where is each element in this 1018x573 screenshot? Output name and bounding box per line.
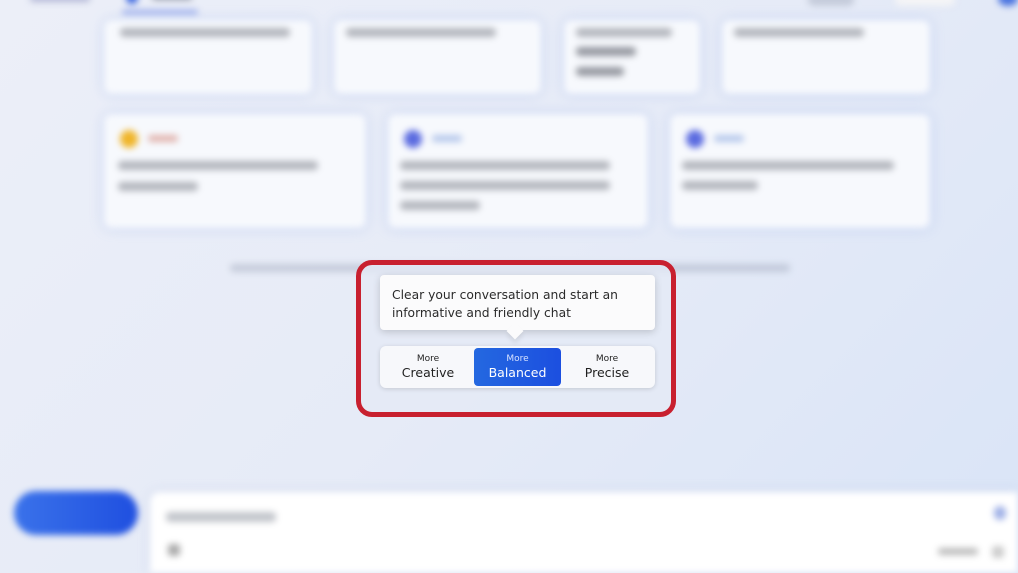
- new-topic-button[interactable]: [14, 491, 138, 535]
- tone-precise-button[interactable]: More Precise: [561, 348, 653, 386]
- chat-icon: [686, 130, 704, 148]
- tone-prefix: More: [506, 353, 529, 364]
- tone-prefix: More: [595, 353, 619, 364]
- tone-label: Precise: [584, 364, 630, 380]
- chat-composer[interactable]: [150, 492, 1018, 573]
- tone-tooltip: Clear your conversation and start an inf…: [380, 275, 655, 330]
- suggestion-card[interactable]: [670, 114, 930, 228]
- active-tab-indicator: [122, 10, 198, 14]
- suggestion-card[interactable]: [564, 20, 700, 94]
- laugh-emoji-icon: [120, 130, 138, 148]
- chat-tab-icon: [126, 0, 138, 4]
- tone-prefix: More: [416, 353, 440, 364]
- suggestion-card[interactable]: [104, 114, 366, 228]
- send-icon[interactable]: [992, 546, 1004, 558]
- tooltip-text: Clear your conversation and start an inf…: [392, 288, 618, 320]
- sign-in-button[interactable]: [895, 0, 955, 6]
- nav-tab-blurred[interactable]: [30, 0, 90, 2]
- header-link[interactable]: [808, 0, 854, 6]
- tone-balanced-button[interactable]: More Balanced: [474, 348, 561, 386]
- tone-label: Balanced: [488, 364, 547, 380]
- suggestion-card[interactable]: [104, 20, 312, 94]
- tone-creative-button[interactable]: More Creative: [382, 348, 474, 386]
- suggestion-card[interactable]: [388, 114, 648, 228]
- character-count: [938, 548, 978, 555]
- write-icon: [404, 130, 422, 148]
- conversation-style-selector: More Creative More Balanced More Precise: [380, 346, 655, 388]
- profile-avatar[interactable]: [998, 0, 1018, 6]
- suggestion-card[interactable]: [722, 20, 930, 94]
- suggestion-card[interactable]: [334, 20, 541, 94]
- tone-label: Creative: [401, 364, 455, 380]
- microphone-icon[interactable]: [994, 506, 1006, 520]
- image-upload-icon[interactable]: [168, 544, 180, 556]
- composer-placeholder: [166, 512, 276, 522]
